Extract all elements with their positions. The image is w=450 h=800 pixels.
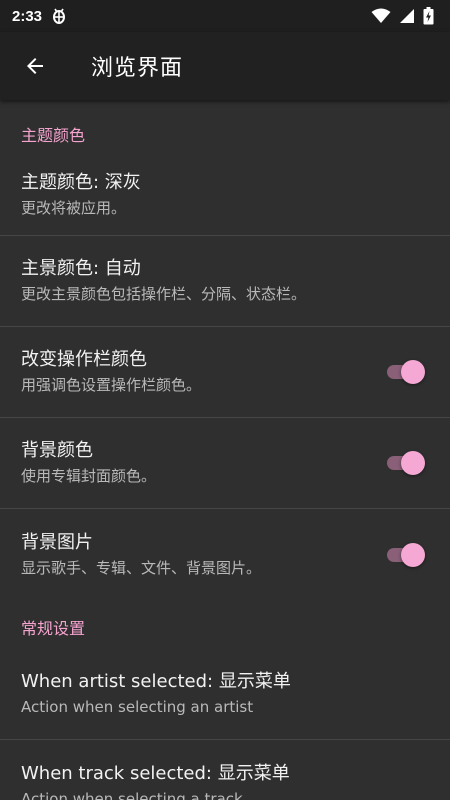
toggle-thumb: [401, 542, 425, 567]
background-color-toggle[interactable]: [387, 451, 425, 475]
setting-primary-color[interactable]: 主景颜色: 自动 更改主景颜色包括操作栏、分隔、状态栏。: [0, 236, 450, 327]
action-bar-color-toggle[interactable]: [387, 360, 425, 384]
setting-title: 主题颜色: 深灰: [21, 171, 141, 193]
setting-background-image[interactable]: 背景图片 显示歌手、专辑、文件、背景图片。: [0, 509, 450, 600]
status-time: 2:33: [12, 7, 43, 25]
toggle-thumb: [401, 360, 425, 384]
battery-charging-icon: [423, 7, 434, 25]
setting-subtitle: 显示歌手、专辑、文件、背景图片。: [21, 558, 262, 577]
setting-subtitle: Action when selecting a track: [21, 789, 243, 800]
setting-subtitle: 用强调色设置操作栏颜色。: [21, 376, 202, 394]
section-header-general: 常规设置: [21, 619, 86, 638]
status-bar: 2:33: [0, 0, 450, 32]
setting-subtitle: Action when selecting an artist: [21, 698, 254, 716]
setting-action-bar-color[interactable]: 改变操作栏颜色 用强调色设置操作栏颜色。: [0, 327, 450, 418]
setting-theme-color[interactable]: 主题颜色: 深灰 更改将被应用。: [0, 160, 450, 236]
section-header-theme: 主题颜色: [21, 126, 86, 145]
app-bar: 浏览界面: [0, 32, 450, 100]
setting-subtitle: 更改将被应用。: [21, 198, 127, 217]
page-title: 浏览界面: [91, 56, 184, 81]
wifi-icon: [371, 8, 391, 23]
setting-subtitle: 使用专辑封面颜色。: [21, 467, 157, 485]
settings-list[interactable]: 主题颜色 主题颜色: 深灰 更改将被应用。 主景颜色: 自动 更改主景颜色包括操…: [0, 100, 450, 800]
setting-background-color[interactable]: 背景颜色 使用专辑封面颜色。: [0, 418, 450, 509]
setting-title: 主景颜色: 自动: [21, 258, 141, 279]
background-image-toggle[interactable]: [387, 542, 425, 567]
setting-subtitle: 更改主景颜色包括操作栏、分隔、状态栏。: [21, 285, 307, 303]
signal-icon: [400, 9, 414, 23]
back-button[interactable]: [17, 48, 53, 84]
setting-title: 背景颜色: [21, 440, 93, 461]
arrow-back-icon: [27, 58, 43, 74]
toggle-thumb: [401, 451, 425, 475]
setting-track-selected[interactable]: When track selected: 显示菜单 Action when se…: [0, 740, 450, 800]
setting-title: 改变操作栏颜色: [21, 349, 147, 370]
setting-title: 背景图片: [21, 531, 93, 553]
setting-artist-selected[interactable]: When artist selected: 显示菜单 Action when s…: [0, 649, 450, 740]
setting-title: When track selected: 显示菜单: [21, 762, 290, 784]
setting-title: When artist selected: 显示菜单: [21, 671, 291, 692]
bug-icon: [53, 8, 66, 24]
